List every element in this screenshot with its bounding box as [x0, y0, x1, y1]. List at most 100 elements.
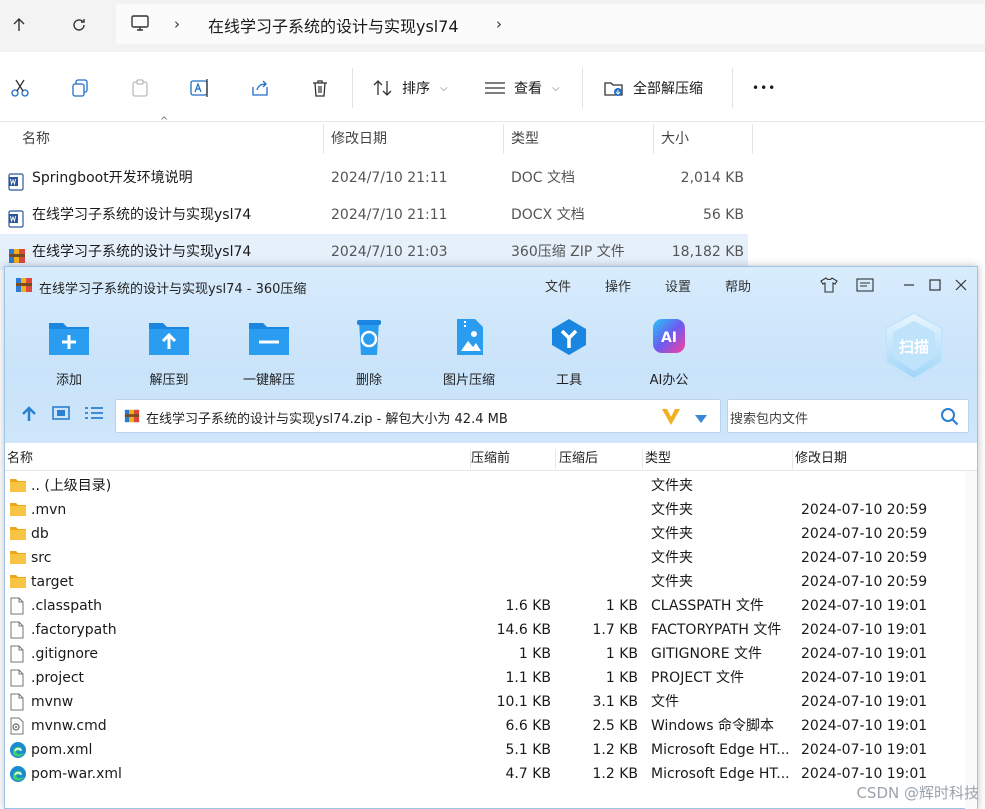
column-divider[interactable]: [503, 124, 504, 154]
cut-icon[interactable]: [8, 76, 32, 100]
scan-button[interactable]: 扫描: [883, 311, 945, 381]
archive-file-date: 2024-07-10 19:01: [801, 598, 928, 614]
archive-column-after[interactable]: 压缩后: [559, 448, 598, 470]
archive-column-name[interactable]: 名称: [7, 448, 33, 470]
archive-row[interactable]: .project 1.1 KB 1 KB PROJECT 文件 2024-07-10 1…: [5, 666, 977, 690]
archive-file-date: 2024-07-10 19:01: [801, 622, 928, 638]
file-row[interactable]: 在线学习子系统的设计与实现ysl74 2024/7/10 21:11 DOCX …: [0, 197, 985, 233]
archive-row[interactable]: .gitignore 1 KB 1 KB GITIGNORE 文件 2024-07-10…: [5, 642, 977, 666]
size-before: 4.7 KB: [505, 766, 552, 782]
v-logo-icon[interactable]: [660, 405, 682, 431]
archive-file-date: 2024-07-10 19:01: [801, 646, 928, 662]
share-icon[interactable]: [248, 76, 272, 100]
archive-app-logo-icon: [15, 276, 33, 298]
maximize-icon[interactable]: [925, 275, 945, 295]
close-icon[interactable]: [951, 275, 971, 295]
header-divider: [5, 470, 977, 471]
size-before: 6.6 KB: [505, 718, 552, 734]
archive-file-type: 文件夹: [651, 502, 693, 518]
archive-file-name: .project: [31, 670, 85, 686]
file-row-selected[interactable]: 在线学习子系统的设计与实现ysl74 2024/7/10 21:03 360压缩…: [0, 234, 748, 270]
sort-button[interactable]: 排序 ⌵: [372, 76, 448, 100]
sort-icon: [373, 80, 392, 96]
archive-row[interactable]: .. (上级目录) 文件夹: [5, 474, 977, 498]
size-after: 1.2 KB: [592, 742, 639, 758]
refresh-icon[interactable]: [64, 10, 94, 40]
column-divider[interactable]: [792, 449, 793, 469]
file-type: DOC 文档: [511, 170, 576, 186]
menu-help[interactable]: 帮助: [725, 276, 751, 295]
delete-button[interactable]: 删除: [329, 317, 409, 388]
column-header-size[interactable]: 大小: [661, 122, 689, 156]
add-button[interactable]: 添加: [29, 317, 109, 388]
up-level-icon[interactable]: [22, 406, 36, 421]
size-before: 1.6 KB: [505, 598, 552, 614]
one-click-extract-button[interactable]: 一键解压: [229, 317, 309, 388]
extract-to-button[interactable]: 解压到: [129, 317, 209, 388]
more-options-button[interactable]: •••: [752, 76, 776, 100]
column-divider[interactable]: [555, 449, 556, 469]
archive-column-type[interactable]: 类型: [645, 448, 671, 470]
column-header-type[interactable]: 类型: [511, 122, 539, 156]
delete-label: 删除: [355, 373, 382, 388]
archive-search-box[interactable]: 搜索包内文件: [727, 399, 969, 433]
view-button[interactable]: 查看 ⌵: [484, 76, 560, 100]
up-arrow-icon[interactable]: [4, 10, 34, 40]
ai-badge-text: AI: [661, 330, 677, 346]
archive-header: 在线学习子系统的设计与实现ysl74 - 360压缩 文件 操作 设置 帮助 添…: [5, 267, 977, 443]
archive-row[interactable]: mvnw 10.1 KB 3.1 KB 文件 2024-07-10 19:01: [5, 690, 977, 714]
dropdown-triangle-icon[interactable]: [694, 412, 708, 428]
archive-file-type: CLASSPATH 文件: [651, 598, 764, 614]
archive-file-name: pom-war.xml: [31, 766, 122, 782]
archive-row[interactable]: .mvn 文件夹 2024-07-10 20:59: [5, 498, 977, 522]
tools-button[interactable]: 工具: [529, 317, 609, 388]
vertical-scrollbar[interactable]: [965, 471, 977, 809]
image-compress-button[interactable]: 图片压缩: [429, 317, 509, 388]
delete-icon[interactable]: [308, 76, 332, 100]
archive-row[interactable]: db 文件夹 2024-07-10 20:59: [5, 522, 977, 546]
list-view-icon[interactable]: [85, 407, 103, 419]
size-after: 1.7 KB: [592, 622, 639, 638]
archive-file-type: 文件夹: [651, 550, 693, 566]
extract-all-button[interactable]: 全部解压缩: [603, 76, 703, 100]
archive-path-bar[interactable]: 在线学习子系统的设计与实现ysl74.zip - 解包大小为 42.4 MB: [115, 399, 721, 433]
menu-operate[interactable]: 操作: [605, 276, 631, 295]
file-row[interactable]: Springboot开发环境说明 2024/7/10 21:11 DOC 文档 …: [0, 160, 985, 196]
feedback-icon[interactable]: [855, 275, 875, 295]
minimize-icon[interactable]: [899, 275, 919, 295]
archive-row[interactable]: pom-war.xml 4.7 KB 1.2 KB Microsoft Edge HT…: [5, 762, 977, 786]
thumbnail-view-icon[interactable]: [52, 406, 70, 420]
menu-settings[interactable]: 设置: [665, 276, 691, 295]
column-header-date[interactable]: 修改日期: [331, 122, 387, 156]
search-icon[interactable]: [940, 407, 960, 431]
scan-label: 扫描: [899, 338, 929, 356]
archive-file-date: 2024-07-10 20:59: [801, 550, 928, 566]
chevron-right-icon[interactable]: ›: [496, 15, 502, 33]
address-bar[interactable]: › 在线学习子系统的设计与实现ysl74 ›: [116, 4, 985, 44]
archive-row[interactable]: target 文件夹 2024-07-10 20:59: [5, 570, 977, 594]
archive-row[interactable]: src 文件夹 2024-07-10 20:59: [5, 546, 977, 570]
menu-file[interactable]: 文件: [545, 276, 571, 295]
column-header-name[interactable]: 名称: [22, 122, 50, 156]
archive-row[interactable]: pom.xml 5.1 KB 1.2 KB Microsoft Edge HT... 2…: [5, 738, 977, 762]
copy-icon[interactable]: [68, 76, 92, 100]
column-divider[interactable]: [653, 124, 654, 154]
archive-row[interactable]: .factorypath 14.6 KB 1.7 KB FACTORYPATH 文件 2…: [5, 618, 977, 642]
archive-column-before[interactable]: 压缩前: [471, 448, 510, 470]
ai-office-button[interactable]: AI AI办公: [629, 317, 709, 388]
image-compress-icon: [457, 319, 483, 355]
rename-icon[interactable]: [188, 76, 212, 100]
breadcrumb-folder[interactable]: 在线学习子系统的设计与实现ysl74: [208, 13, 459, 37]
skin-shirt-icon[interactable]: [819, 275, 839, 295]
column-divider[interactable]: [752, 124, 753, 154]
archive-column-date[interactable]: 修改日期: [795, 448, 847, 470]
edge-icon: [9, 765, 27, 791]
file-date: 2024/7/10 21:03: [331, 244, 448, 260]
archive-row[interactable]: mvnw.cmd 6.6 KB 2.5 KB Windows 命令脚本 2024-07-…: [5, 714, 977, 738]
archive-row[interactable]: .classpath 1.6 KB 1 KB CLASSPATH 文件 2024-07-…: [5, 594, 977, 618]
archive-path-text: 在线学习子系统的设计与实现ysl74.zip - 解包大小为 42.4 MB: [146, 412, 508, 427]
column-divider[interactable]: [323, 124, 324, 154]
column-divider[interactable]: [642, 449, 643, 469]
paste-icon[interactable]: [128, 76, 152, 100]
size-before: 10.1 KB: [496, 694, 551, 710]
